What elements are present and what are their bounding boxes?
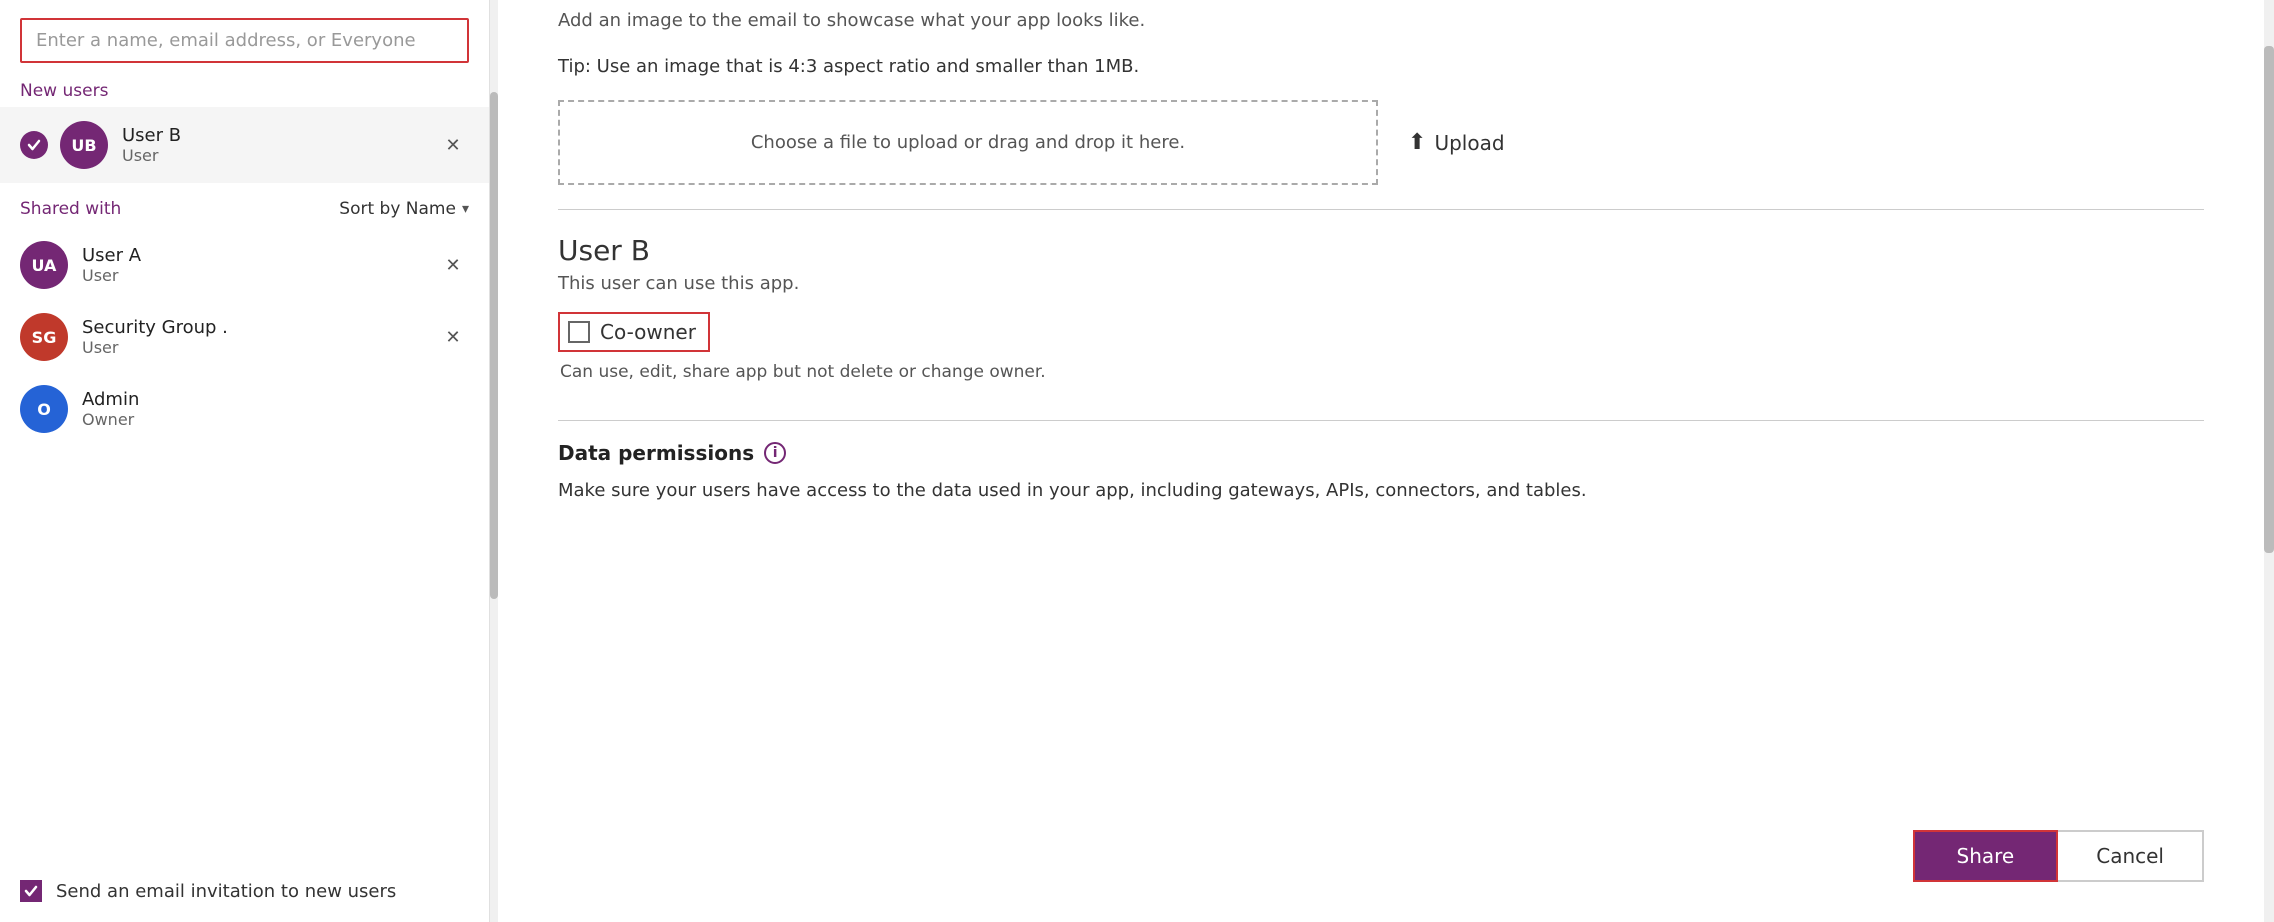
- chevron-down-icon: ▾: [462, 201, 469, 217]
- coowner-label: Co-owner: [600, 320, 696, 344]
- user-role: User: [82, 266, 437, 285]
- search-input[interactable]: [20, 18, 469, 63]
- data-permissions-title: Data permissions: [558, 441, 754, 465]
- tip-subtext: Tip: Use an image that is 4:3 aspect rat…: [558, 53, 2204, 80]
- right-panel: Add an image to the email to showcase wh…: [498, 0, 2264, 922]
- user-b-name: User B: [558, 234, 2204, 267]
- remove-user-button[interactable]: ✕: [437, 249, 469, 281]
- user-role: Owner: [82, 410, 469, 429]
- right-scrollbar[interactable]: [2264, 0, 2274, 922]
- user-role: User: [82, 338, 437, 357]
- shared-with-label: Shared with: [20, 199, 121, 219]
- user-info: Security Group . User: [82, 317, 437, 357]
- remove-user-button[interactable]: ✕: [437, 321, 469, 353]
- upload-arrow-icon: ⬆: [1408, 130, 1426, 155]
- left-panel: New users UB User B User ✕ Shared with S…: [0, 0, 490, 922]
- email-invite-label: Send an email invitation to new users: [56, 881, 396, 902]
- avatar: SG: [20, 313, 68, 361]
- coowner-checkbox[interactable]: [568, 321, 590, 343]
- upload-area-row: Choose a file to upload or drag and drop…: [558, 100, 2204, 185]
- upload-button[interactable]: ⬆ Upload: [1408, 130, 1505, 155]
- avatar: O: [20, 385, 68, 433]
- tip-text: Add an image to the email to showcase wh…: [558, 10, 2204, 31]
- data-permissions-header: Data permissions i: [558, 441, 2204, 465]
- info-icon[interactable]: i: [764, 442, 786, 464]
- avatar: UB: [60, 121, 108, 169]
- coowner-row: Co-owner: [558, 312, 2204, 352]
- data-permissions-desc: Make sure your users have access to the …: [558, 477, 2204, 504]
- user-name: Admin: [82, 389, 469, 410]
- divider: [558, 209, 2204, 210]
- email-invite-checkbox[interactable]: [20, 880, 42, 902]
- avatar: UA: [20, 241, 68, 289]
- remove-user-button[interactable]: ✕: [437, 129, 469, 161]
- search-input-wrapper: [0, 0, 489, 73]
- email-invite-row: Send an email invitation to new users: [0, 860, 489, 922]
- user-info: User A User: [82, 245, 437, 285]
- shared-with-header: Shared with Sort by Name ▾: [0, 183, 489, 229]
- user-name: Security Group .: [82, 317, 437, 338]
- user-name: User B: [122, 125, 437, 146]
- user-role: User: [122, 146, 437, 165]
- user-b-section: User B This user can use this app. Co-ow…: [558, 234, 2204, 390]
- selected-user-row: UB User B User ✕: [0, 107, 489, 183]
- user-b-desc: This user can use this app.: [558, 273, 2204, 294]
- bottom-actions: Share Cancel: [1913, 830, 2204, 882]
- coowner-checkbox-wrapper: Co-owner: [558, 312, 710, 352]
- check-circle-icon: [20, 131, 48, 159]
- user-info: User B User: [122, 125, 437, 165]
- share-button[interactable]: Share: [1913, 830, 2059, 882]
- divider2: [558, 420, 2204, 421]
- user-name: User A: [82, 245, 437, 266]
- list-item: SG Security Group . User ✕: [0, 301, 489, 373]
- list-item: UA User A User ✕: [0, 229, 489, 301]
- right-scroll-thumb: [2264, 46, 2274, 553]
- list-item: O Admin Owner: [0, 373, 489, 445]
- cancel-button[interactable]: Cancel: [2058, 830, 2204, 882]
- new-users-label: New users: [0, 73, 489, 107]
- scrollbar[interactable]: [490, 0, 498, 922]
- sort-dropdown[interactable]: Sort by Name ▾: [339, 199, 469, 219]
- user-info: Admin Owner: [82, 389, 469, 429]
- coowner-note: Can use, edit, share app but not delete …: [560, 362, 2204, 382]
- scroll-thumb: [490, 92, 498, 599]
- upload-dropzone[interactable]: Choose a file to upload or drag and drop…: [558, 100, 1378, 185]
